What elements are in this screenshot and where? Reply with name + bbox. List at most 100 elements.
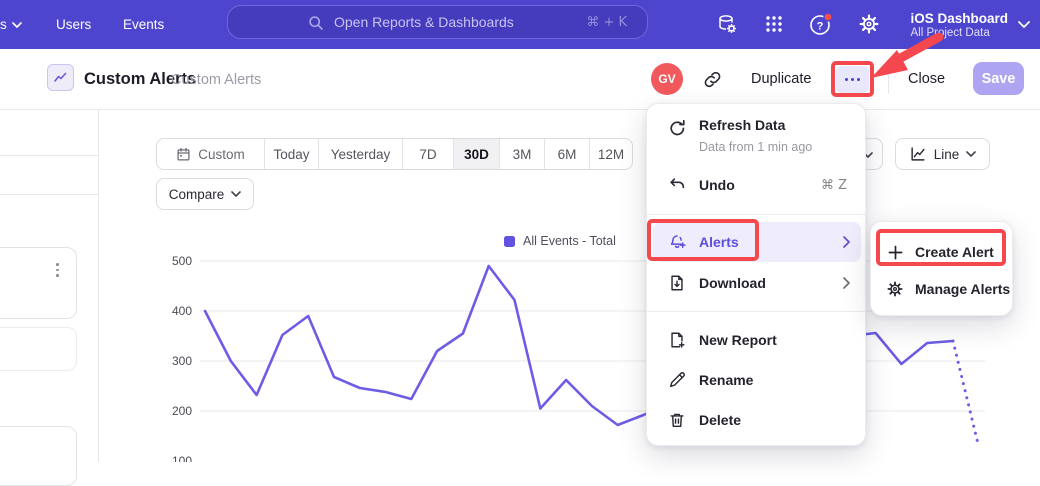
nav-item-truncated-label: s [0,17,7,32]
duplicate-button[interactable]: Duplicate [751,71,811,87]
pencil-icon [667,370,687,390]
report-header: Custom Alerts Custom Alerts GV Duplicate… [0,49,1040,110]
report-type-icon [47,64,74,91]
search-shortcut: ⌘ + K [586,15,627,30]
menu-item-new-report[interactable]: New Report [647,325,865,355]
range-label: 30D [464,147,489,162]
search-input[interactable]: Open Reports & Dashboards ⌘ + K [227,5,648,39]
range-label: 3M [513,147,532,162]
compare-button[interactable]: Compare [156,178,254,210]
legend-swatch [504,236,515,247]
menu-divider [647,311,865,312]
undo-icon [667,175,687,195]
download-document-icon [667,273,687,293]
search-placeholder: Open Reports & Dashboards [334,14,514,30]
range-7d[interactable]: 7D [402,139,453,169]
range-today[interactable]: Today [264,139,318,169]
calendar-icon [176,147,191,162]
svg-text:200: 200 [172,404,192,418]
manage-alerts-label: Manage Alerts [915,281,1010,297]
chart-type-button[interactable]: Line [895,138,990,170]
menu-item-alerts[interactable]: Alerts [647,227,865,257]
range-label: Today [273,147,309,162]
alerts-label: Alerts [699,234,739,250]
sidebar-row-divider [0,194,98,195]
gear-icon [858,13,880,35]
svg-text:500: 500 [172,254,192,268]
date-range-selector: Custom Today Yesterday 7D 30D 3M 6M 12M [156,138,633,170]
sidebar-divider-vertical [98,110,99,462]
chart-type-label: Line [934,147,960,162]
menu-item-rename[interactable]: Rename [647,365,865,395]
database-gear-icon [716,13,738,35]
report-options-menu: Refresh Data Data from 1 min ago Undo ⌘ … [646,103,866,446]
nav-item-users[interactable]: Users [56,0,91,49]
chevron-right-icon [843,236,850,248]
range-12m[interactable]: 12M [589,139,632,169]
breadcrumb: Custom Alerts [171,72,261,88]
chart-legend: All Events - Total [504,234,616,248]
range-label: 12M [598,147,624,162]
delete-label: Delete [699,412,741,428]
refresh-icon [667,118,687,138]
nav-item-events[interactable]: Events [123,0,164,49]
avatar[interactable]: GV [651,63,683,95]
line-chart-icon [909,145,927,163]
range-label: 6M [558,147,577,162]
range-label: 7D [419,147,436,162]
menu-item-undo[interactable]: Undo ⌘ Z [647,170,865,200]
grid-dots-icon [764,14,784,34]
chevron-right-icon [843,277,850,289]
alerts-submenu: Create Alert Manage Alerts [870,221,1013,316]
chevron-down-icon [966,151,976,157]
compare-label: Compare [169,187,225,202]
range-label: Yesterday [331,147,391,162]
line-chart-icon [53,70,68,85]
undo-label: Undo [699,177,735,193]
project-name: iOS Dashboard [910,11,1008,27]
help-icon[interactable]: ? [808,11,834,37]
svg-text:?: ? [817,21,824,33]
refresh-subtitle: Data from 1 min ago [699,140,812,154]
range-custom[interactable]: Custom [157,139,264,169]
project-switcher[interactable]: iOS Dashboard All Project Data [910,0,1030,49]
kebab-menu-icon[interactable] [56,263,59,277]
plus-icon [885,242,905,262]
header-divider [888,66,889,94]
legend-label: All Events - Total [523,234,616,248]
range-3m[interactable]: 3M [499,139,544,169]
chevron-down-icon [1018,21,1030,28]
menu-item-create-alert[interactable]: Create Alert [871,235,1012,269]
search-icon [308,15,324,31]
save-button[interactable]: Save [973,62,1024,95]
data-management-icon[interactable] [714,11,740,37]
menu-divider [647,214,865,215]
trash-icon [667,410,687,430]
svg-text:100: 100 [172,454,192,462]
copy-link-button[interactable] [703,70,722,89]
menu-item-download[interactable]: Download [647,268,865,298]
menu-item-delete[interactable]: Delete [647,405,865,435]
create-alert-label: Create Alert [915,244,994,260]
range-30d[interactable]: 30D [453,139,499,169]
notification-dot [824,13,832,21]
svg-text:400: 400 [172,304,192,318]
chevron-down-icon [12,22,22,28]
sidebar-card[interactable] [0,247,77,319]
nav-item-truncated[interactable]: s [0,0,22,49]
question-circle-icon: ? [808,11,834,37]
top-nav: s Users Events Open Reports & Dashboards… [0,0,1040,49]
menu-item-manage-alerts[interactable]: Manage Alerts [871,272,1012,306]
project-scope: All Project Data [910,27,1008,39]
close-button[interactable]: Close [908,71,945,87]
sidebar-card[interactable] [0,426,77,486]
apps-grid-icon[interactable] [761,11,787,37]
range-yesterday[interactable]: Yesterday [318,139,402,169]
sidebar-card[interactable] [0,327,77,371]
bell-plus-icon [667,232,687,252]
settings-icon[interactable] [856,11,882,37]
link-icon [703,70,722,89]
range-6m[interactable]: 6M [544,139,589,169]
sidebar-row-divider [0,155,98,156]
more-options-button[interactable] [836,66,869,93]
